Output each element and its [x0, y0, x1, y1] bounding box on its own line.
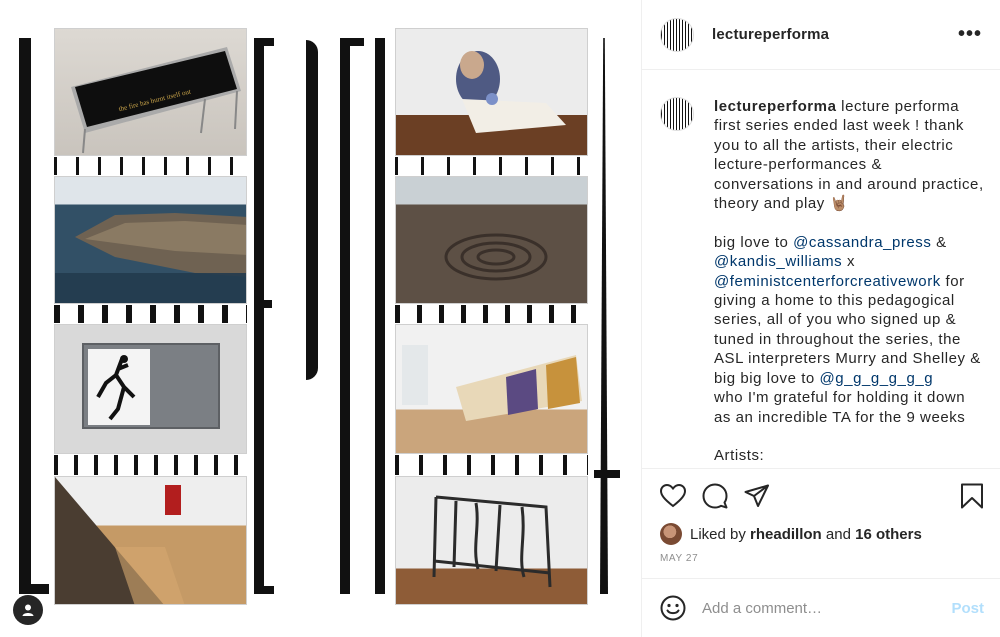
- stripe-row-left-1: [54, 157, 247, 175]
- sculpture-photo: [396, 51, 587, 155]
- liker-username[interactable]: rheadillon: [750, 526, 822, 543]
- letter-p-stem: [306, 40, 318, 380]
- comment-bar: Post: [642, 578, 1000, 637]
- stair-photo: [55, 477, 185, 604]
- post-actions: Liked by rheadillon and 16 others MAY 27: [642, 468, 1000, 564]
- tile-banner-room: [395, 324, 588, 454]
- caption-username[interactable]: lectureperforma: [714, 98, 836, 115]
- save-icon[interactable]: [960, 483, 984, 509]
- bed-photo: [432, 495, 552, 588]
- comment-input[interactable]: [702, 599, 952, 617]
- likes-others-link[interactable]: 16 others: [855, 526, 922, 543]
- likes-row: Liked by rheadillon and 16 others: [660, 523, 984, 545]
- letter-a-stem: [600, 38, 608, 594]
- tile-bed-frame: [395, 476, 588, 605]
- profile-avatar[interactable]: [660, 17, 694, 52]
- tile-framed-dancer: [54, 324, 247, 454]
- header-username[interactable]: lectureperforma: [712, 26, 829, 43]
- caption-part-1: lecture performa first series ended last…: [714, 98, 984, 251]
- letter-a-bar: [594, 470, 620, 478]
- post-header: lectureperforma •••: [642, 0, 1000, 70]
- tile-spiral-sand: [395, 176, 588, 304]
- caption-row: lectureperforma lecture performa first s…: [660, 97, 984, 466]
- caption-text: lectureperforma lecture performa first s…: [714, 97, 984, 466]
- like-icon[interactable]: [660, 484, 686, 508]
- caption-avatar[interactable]: [660, 97, 694, 131]
- tile-table: the fire has burnt itself out: [54, 28, 247, 156]
- post-comment-button[interactable]: Post: [951, 600, 984, 617]
- letter-e2-stem: [340, 38, 350, 594]
- tags-button[interactable]: [13, 595, 43, 625]
- comment-icon[interactable]: [702, 483, 728, 509]
- action-icons: [660, 483, 984, 509]
- likes-middle: and: [825, 525, 851, 543]
- stripe-row-left-2: [54, 305, 247, 323]
- mention-link[interactable]: @feministcenterforcreativework: [714, 273, 941, 290]
- post-date[interactable]: MAY 27: [660, 553, 984, 564]
- banner-photo: [402, 345, 582, 421]
- caption-part-5: who I'm grateful for holding it down as …: [714, 389, 966, 465]
- letter-l-foot: [19, 584, 49, 594]
- stripe-row-right-1: [395, 157, 588, 175]
- tile-rock-coast: [54, 176, 247, 304]
- letter-r-stem: [375, 38, 385, 594]
- stripe-row-right-2: [395, 305, 588, 323]
- dancer-print: [88, 349, 150, 425]
- coast-photo: [55, 213, 246, 303]
- letter-e-bot: [254, 586, 274, 594]
- stripe-row-right-3: [395, 455, 588, 475]
- caption-area[interactable]: lectureperforma lecture performa first s…: [642, 71, 1000, 468]
- letter-l-stem: [19, 38, 31, 594]
- post-sidebar: lectureperforma ••• lectureperforma lect…: [641, 0, 1000, 637]
- emoji-icon[interactable]: [660, 595, 686, 621]
- share-icon[interactable]: [744, 484, 770, 508]
- mention-link[interactable]: @g_g_g_g_g_g: [820, 370, 934, 387]
- liker-avatar[interactable]: [660, 523, 682, 545]
- spiral-photo: [444, 233, 548, 281]
- post-image[interactable]: the fire has burnt itself out: [0, 0, 641, 637]
- more-icon[interactable]: •••: [958, 23, 982, 46]
- caption-part-3: x: [846, 253, 856, 271]
- mention-link[interactable]: @kandis_williams: [714, 253, 842, 270]
- letter-e-mid: [254, 300, 272, 308]
- tile-sculpture: [395, 28, 588, 156]
- caption-part-2: &: [936, 233, 947, 251]
- stripe-row-left-3: [54, 455, 247, 475]
- letter-e-top: [254, 38, 274, 46]
- letter-e-stem: [254, 38, 264, 594]
- tile-stair-room: [54, 476, 247, 605]
- table-artwork: the fire has burnt itself out: [71, 47, 241, 154]
- mention-link[interactable]: @cassandra_press: [793, 234, 931, 251]
- letter-e2-top: [340, 38, 364, 46]
- user-icon: [22, 604, 34, 616]
- likes-prefix: Liked by: [690, 525, 746, 543]
